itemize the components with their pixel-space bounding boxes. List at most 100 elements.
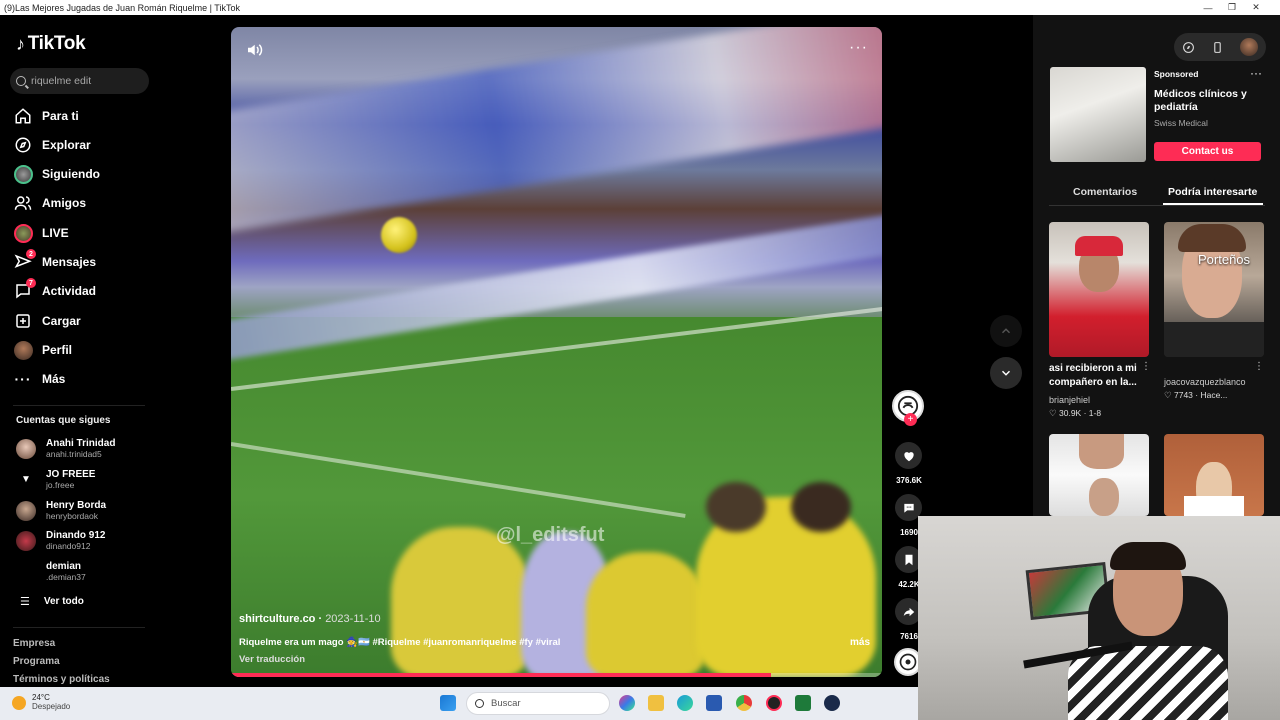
footer-link-terminos[interactable]: Términos y políticas	[13, 674, 110, 685]
video-card-likes: 30.9K	[1059, 408, 1082, 418]
messages-badge: 2	[26, 249, 36, 259]
tab-podria-interesarte[interactable]: Podría interesarte	[1168, 186, 1257, 198]
list-icon: ☰	[20, 596, 30, 608]
left-sidebar: ♪ TikTok riquelme edit Para ti Explorar …	[0, 15, 165, 687]
nav-label: Cargar	[42, 314, 81, 328]
nav-label: Amigos	[42, 196, 87, 210]
search-icon	[16, 76, 26, 86]
taskbar-search[interactable]: Buscar	[466, 692, 610, 715]
heart-icon	[903, 451, 914, 461]
tiktok-logo[interactable]: ♪ TikTok	[16, 33, 86, 55]
like-button[interactable]	[895, 442, 922, 469]
video-card-thumbnail[interactable]: Porteños	[1164, 222, 1264, 357]
nav-label: Para ti	[42, 109, 79, 123]
video-card-thumbnail[interactable]	[1049, 222, 1149, 357]
nav-label: Perfil	[42, 343, 73, 357]
heart-outline-icon: ♡	[1164, 390, 1172, 400]
nav-actividad[interactable]: 7 Actividad	[13, 278, 96, 304]
next-video-button[interactable]	[990, 357, 1022, 389]
heart-outline-icon: ♡	[1049, 408, 1057, 418]
tab-comentarios[interactable]: Comentarios	[1073, 186, 1137, 198]
nav-explorar[interactable]: Explorar	[13, 132, 91, 158]
account-username: anahi.trinidad5	[46, 449, 102, 459]
card-options-icon[interactable]: ⋮	[1254, 361, 1264, 372]
follow-plus-icon[interactable]: +	[904, 413, 917, 426]
profile-avatar-icon	[13, 340, 33, 360]
video-card-thumbnail[interactable]	[1049, 434, 1149, 516]
ad-thumbnail[interactable]	[1050, 67, 1146, 162]
nav-mensajes[interactable]: 2 Mensajes	[13, 249, 96, 275]
video-player[interactable]: @l_editsfut ··· shirtculture.co · 2023-1…	[231, 27, 882, 677]
plus-square-icon	[13, 311, 33, 331]
video-author-line[interactable]: shirtculture.co · 2023-11-10	[239, 613, 381, 625]
video-card-extra: Hace...	[1200, 390, 1228, 400]
excel-icon[interactable]	[795, 695, 811, 711]
see-all-label: Ver todo	[43, 596, 84, 607]
following-title: Cuentas que sigues	[16, 415, 111, 426]
video-card-thumbnail[interactable]	[1164, 434, 1264, 516]
see-all-button[interactable]: ☰ Ver todo	[20, 595, 84, 608]
contact-us-button[interactable]: Contact us	[1154, 142, 1261, 161]
following-avatar-icon	[13, 164, 33, 184]
translate-button[interactable]: Ver traducción	[239, 654, 305, 665]
avatar	[16, 500, 36, 521]
account-username: .demian37	[46, 572, 86, 582]
bookmark-icon	[905, 554, 912, 565]
nav-label: Mensajes	[42, 255, 97, 269]
following-account[interactable]: Henry Borda henrybordaok	[16, 500, 106, 521]
caption-more-button[interactable]: más	[850, 637, 870, 648]
video-date: 2023-11-10	[325, 613, 381, 625]
windows-start-icon[interactable]	[440, 695, 456, 711]
taskbar-search-label: Buscar	[491, 698, 521, 709]
compass-icon[interactable]	[1182, 41, 1195, 54]
nav-para-ti[interactable]: Para ti	[13, 103, 79, 129]
ad-options-icon[interactable]: ···	[1250, 66, 1262, 80]
avatar	[16, 530, 36, 551]
close-button[interactable]: ✕	[1244, 0, 1268, 15]
nav-perfil[interactable]: Perfil	[13, 337, 72, 363]
window-title: (9)Las Mejores Jugadas de Juan Román Riq…	[4, 2, 240, 13]
maximize-button[interactable]: ❐	[1220, 0, 1244, 15]
ad-title: Médicos clínicos y pediatría	[1154, 88, 1247, 113]
account-username: dinando912	[46, 541, 91, 551]
steam-icon[interactable]	[824, 695, 840, 711]
edge-icon[interactable]	[677, 695, 693, 711]
nav-live[interactable]: LIVE	[13, 220, 69, 246]
chrome-icon[interactable]	[736, 695, 752, 711]
following-account[interactable]: demian .demian37	[16, 561, 86, 582]
video-card-stats: ♡ 7743 · Hace...	[1164, 390, 1228, 400]
nav-cargar[interactable]: Cargar	[13, 308, 81, 334]
nav-siguiendo[interactable]: Siguiendo	[13, 161, 100, 187]
search-icon	[475, 699, 484, 708]
copilot-icon[interactable]	[619, 695, 635, 711]
video-card-user[interactable]: joacovazquezblanco	[1164, 377, 1246, 387]
nav-label: Más	[42, 372, 66, 386]
phone-icon[interactable]	[1211, 41, 1224, 54]
store-icon[interactable]	[706, 695, 722, 711]
following-account[interactable]: Anahi Trinidad anahi.trinidad5	[16, 438, 115, 459]
weather-widget[interactable]: 24°C Despejado	[12, 693, 70, 712]
nav-mas[interactable]: ··· Más	[13, 366, 66, 392]
following-account[interactable]: ▼ JO FREEE jo.freee	[16, 469, 95, 490]
account-name: Anahi Trinidad	[46, 438, 116, 449]
previous-video-button[interactable]	[990, 315, 1022, 347]
search-input[interactable]: riquelme edit	[10, 68, 149, 94]
nav-label: Explorar	[42, 138, 91, 152]
nav-label: Actividad	[42, 284, 97, 298]
video-progress-bar[interactable]	[231, 673, 882, 677]
video-card-title[interactable]: asi recibieron a mi compañero en la...	[1049, 362, 1137, 390]
card-options-icon[interactable]: ⋮	[1141, 361, 1151, 372]
profile-avatar[interactable]	[1240, 38, 1258, 56]
tiktok-app-icon[interactable]	[766, 695, 782, 711]
volume-icon[interactable]	[245, 41, 263, 59]
file-explorer-icon[interactable]	[648, 695, 664, 711]
nav-amigos[interactable]: Amigos	[13, 190, 86, 216]
divider	[13, 627, 145, 628]
creator-avatar[interactable]: +	[892, 390, 924, 426]
footer-link-programa[interactable]: Programa	[13, 656, 60, 667]
following-account[interactable]: Dinando 912 dinando912	[16, 530, 105, 551]
footer-link-empresa[interactable]: Empresa	[13, 638, 55, 649]
video-card-user[interactable]: brianjehiel	[1049, 395, 1090, 405]
minimize-button[interactable]: —	[1196, 0, 1220, 15]
video-options-icon[interactable]: ···	[849, 39, 868, 57]
